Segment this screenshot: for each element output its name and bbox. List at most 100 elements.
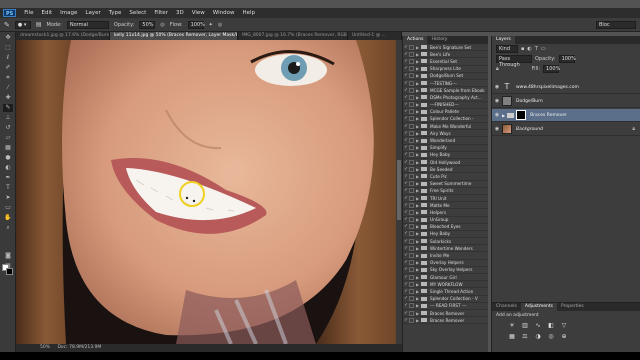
menu-layer[interactable]: Layer [85, 10, 100, 16]
brightness-icon[interactable]: ☀ [508, 322, 516, 329]
zoom-level[interactable]: 50% [40, 345, 50, 350]
exposure-icon[interactable]: ◧ [547, 322, 555, 329]
lasso-tool-icon[interactable]: ℓ [3, 54, 13, 62]
dialog-toggle-box[interactable] [409, 217, 414, 223]
action-set-item[interactable]: ✓ ▶ Old Hollywood [403, 159, 488, 167]
dialog-toggle-box[interactable] [409, 159, 414, 165]
menu-window[interactable]: Window [213, 10, 235, 16]
doc-tab[interactable]: IMG_8007.jpg @ 16.7% (Braces Remover, RG… [238, 32, 348, 40]
action-set-item[interactable]: ✓ ▶ Braces Remover [403, 317, 488, 325]
action-set-item[interactable]: ✓ ▶ Bleached Eyes [403, 224, 488, 231]
gradient-tool-icon[interactable]: ▦ [3, 144, 13, 152]
pen-tool-icon[interactable]: ✒ [3, 174, 13, 182]
action-set-item[interactable]: ✓ ▶ Essential Set [403, 58, 488, 66]
dialog-toggle-box[interactable] [409, 145, 414, 151]
background-color-swatch[interactable] [6, 268, 13, 275]
action-set-item[interactable]: ✓ ▶ Airy Ways [403, 130, 488, 138]
dialog-toggle-box[interactable] [409, 80, 414, 86]
menu-type[interactable]: Type [109, 10, 122, 16]
action-set-item[interactable]: ✓ ▶ Dodge/Burn Set [403, 73, 488, 80]
dialog-toggle-box[interactable] [409, 188, 414, 194]
brush-tool-icon[interactable]: ✎ [3, 104, 13, 112]
menu-file[interactable]: File [24, 10, 33, 16]
quick-mask-icon[interactable]: ◙ [3, 252, 13, 260]
dialog-toggle-box[interactable] [409, 253, 414, 259]
menu-filter[interactable]: Filter [154, 10, 168, 16]
dialog-toggle-box[interactable] [409, 173, 414, 179]
dialog-toggle-box[interactable] [409, 296, 414, 302]
doc-tab-active[interactable]: kelly 11x14.jpg @ 50% (Braces Remover, L… [110, 32, 238, 40]
photo-filter-icon[interactable]: ◎ [547, 333, 555, 340]
layer-row-selected[interactable]: ◉ ▶ Braces Remover [492, 109, 640, 122]
channel-mixer-icon[interactable]: ⊕ [560, 333, 568, 340]
layer-row[interactable]: ◉ Background 🔒︎ [492, 123, 640, 136]
dialog-toggle-box[interactable] [409, 274, 414, 280]
clone-stamp-tool-icon[interactable]: ⊥ [3, 114, 13, 122]
action-set-item[interactable]: ✓ ▶ MCGE Sample from Ebook [403, 87, 488, 95]
layer-row[interactable]: ◉ T www.48hrspixelimages.com [492, 81, 640, 94]
action-set-item[interactable]: ✓ ▶ TRI Unit [403, 195, 488, 203]
move-tool-icon[interactable]: ✥ [3, 34, 13, 42]
dialog-toggle-box[interactable] [409, 267, 414, 273]
tab-layers[interactable]: Layers [492, 36, 515, 44]
blur-tool-icon[interactable]: ● [3, 154, 13, 162]
menu-edit[interactable]: Edit [41, 10, 52, 16]
layer-kind-filter[interactable]: Kind [496, 45, 518, 53]
airbrush-icon[interactable]: ✦ [209, 22, 213, 28]
action-set-item[interactable]: ✓ ▶ Splendor Collection - [403, 116, 488, 124]
action-set-item[interactable]: ✓ ▶ Sky Overlay Helpers [403, 267, 488, 274]
menu-image[interactable]: Image [60, 10, 77, 16]
action-set-item[interactable]: ✓ ▶ Sweet Summertime [403, 181, 488, 188]
document-canvas[interactable] [16, 40, 402, 344]
menu-3d[interactable]: 3D [176, 10, 184, 16]
dialog-toggle-box[interactable] [409, 303, 414, 309]
action-set-item[interactable]: ✓ ▶ Bee's Signature Set [403, 44, 488, 52]
action-set-item[interactable]: ✓ ▶ DSMs Photography Act... [403, 94, 488, 102]
action-set-item[interactable]: ✓ ▶ Invite Me [403, 252, 488, 260]
mode-select[interactable]: Normal [66, 20, 109, 29]
action-set-item[interactable]: ✓ ▶ --- READ FIRST --- [403, 303, 488, 310]
dialog-toggle-box[interactable] [409, 260, 414, 266]
eyedropper-tool-icon[interactable]: ⁄ [3, 84, 13, 92]
filter-adjust-icon[interactable]: ◐ [527, 46, 531, 52]
dialog-toggle-box[interactable] [409, 281, 414, 287]
dialog-toggle-box[interactable] [409, 66, 414, 72]
dialog-toggle-box[interactable] [409, 116, 414, 122]
action-set-item[interactable]: ✓ ▶ Wintertime Wonders [403, 245, 488, 253]
pressure-size-icon[interactable]: ◎ [218, 22, 222, 28]
path-select-tool-icon[interactable]: ➤ [3, 194, 13, 202]
action-set-item[interactable]: ✓ ▶ Sharpness Lite [403, 66, 488, 73]
tab-adjustments[interactable]: Adjustments [520, 303, 558, 311]
fill-field[interactable]: 100% [543, 65, 560, 73]
expand-triangle-icon[interactable]: ▶ [502, 113, 505, 118]
action-set-item[interactable]: ✓ ▶ Wonderland [403, 137, 488, 145]
action-set-item[interactable]: ✓ ▶ Hey Baby [403, 231, 488, 239]
action-set-item[interactable]: ✓ ▶ Colour Pallete [403, 109, 488, 116]
dialog-toggle-box[interactable] [409, 310, 414, 316]
dialog-toggle-box[interactable] [409, 224, 414, 230]
history-brush-tool-icon[interactable]: ↺ [3, 124, 13, 132]
action-set-item[interactable]: ✓ ▶ Braces Remover [403, 310, 488, 318]
action-set-item[interactable]: ✓ ▶ Single Thread Action [403, 288, 488, 296]
blend-mode-select[interactable]: Pass Through [496, 55, 532, 68]
dialog-toggle-box[interactable] [409, 195, 414, 201]
dialog-toggle-box[interactable] [409, 51, 414, 57]
visibility-eye-icon[interactable]: ◉ [492, 84, 502, 90]
dialog-toggle-box[interactable] [409, 202, 414, 208]
layer-opacity-field[interactable]: 100% [558, 55, 576, 63]
action-set-item[interactable]: ✓ ▶ ---TESTING--- [403, 80, 488, 88]
tab-actions[interactable]: Actions [403, 36, 428, 44]
menu-help[interactable]: Help [242, 10, 255, 16]
dialog-toggle-box[interactable] [409, 138, 414, 144]
dialog-toggle-box[interactable] [409, 181, 414, 187]
doc-tab[interactable]: Untitled-1 @ ... [348, 32, 402, 40]
dialog-toggle-box[interactable] [409, 288, 414, 294]
dialog-toggle-box[interactable] [409, 317, 414, 323]
brush-tool-icon[interactable]: ✎ [4, 21, 10, 29]
action-set-item[interactable]: ✓ ▶ MY WORKFLOW [403, 281, 488, 289]
tab-history[interactable]: History [427, 36, 451, 44]
scroll-thumb[interactable] [397, 160, 401, 220]
visibility-eye-icon[interactable]: ◉ [492, 126, 502, 132]
dialog-toggle-box[interactable] [409, 130, 414, 136]
doc-tab[interactable]: dreamstock1.jpg @ 17.6% (Dodge/Burn, RGB… [16, 32, 110, 40]
